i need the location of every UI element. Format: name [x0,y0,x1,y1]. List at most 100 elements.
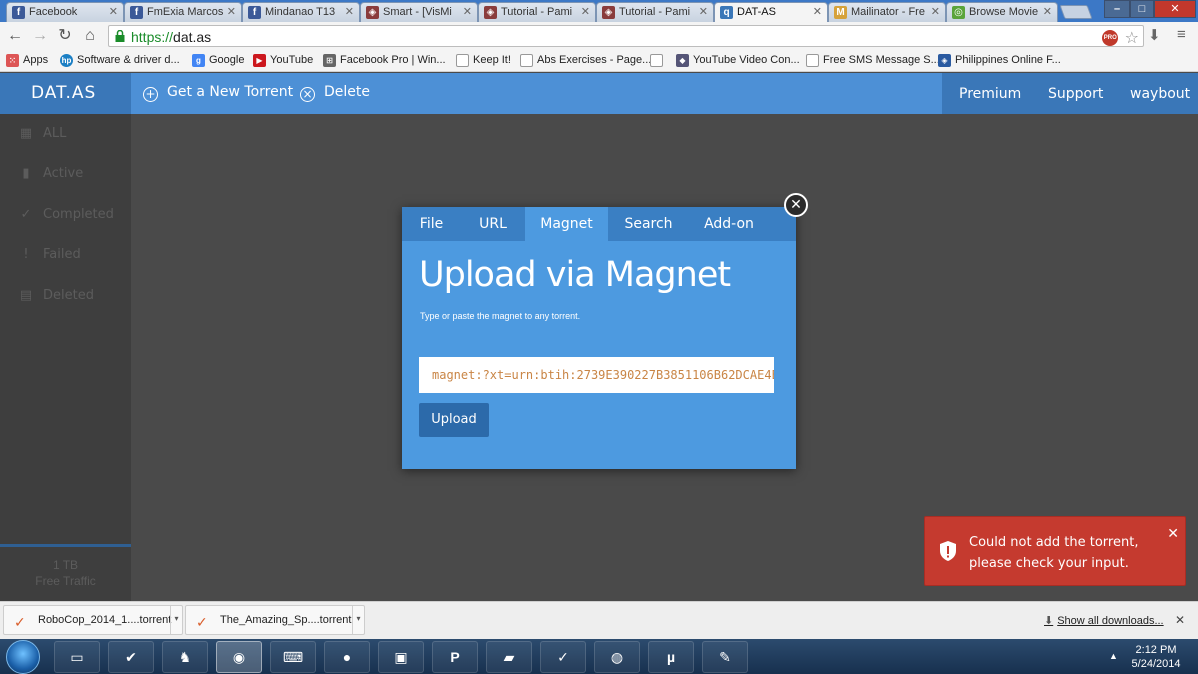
orange-app-icon[interactable]: ✓ [540,641,586,673]
grid-icon: ▦ [19,126,33,141]
start-button[interactable] [6,640,40,674]
sidebar-item-completed[interactable]: ✓ Completed [18,207,114,222]
modal-title: Upload via Magnet [419,255,731,295]
bookmark-abs-exercises[interactable]: Abs Exercises - Page... [520,54,651,67]
upload-button[interactable]: Upload [419,403,489,437]
bookmark-youtube-video-converter[interactable]: ◆ YouTube Video Con... [676,54,800,67]
home-icon[interactable]: ⌂ [80,26,100,46]
sidebar-item-deleted[interactable]: ▤ Deleted [18,288,94,303]
window-close-button[interactable]: ✕ [1154,0,1196,18]
chevron-down-icon[interactable]: ▾ [352,606,364,634]
tab-file[interactable]: File [402,207,461,241]
nav-premium[interactable]: Premium [959,86,1021,102]
close-icon[interactable]: ✕ [581,5,590,18]
facebook-icon: f [12,6,25,19]
bookmark-apps[interactable]: ⁙ Apps [6,54,48,67]
browser-tab-datas[interactable]: q DAT-AS ✕ [714,2,828,22]
chrome-icon[interactable]: ◉ [216,641,262,673]
explorer-icon[interactable]: ▭ [54,641,100,673]
reload-icon[interactable]: ↻ [55,26,75,46]
bookmark-star-icon[interactable]: ☆ [1125,28,1139,48]
close-icon[interactable]: ✕ [227,5,236,18]
close-icon[interactable]: ✕ [109,5,118,18]
paint-icon[interactable]: ✎ [702,641,748,673]
page-icon [650,54,663,67]
tab-url[interactable]: URL [461,207,525,241]
tab-add-on[interactable]: Add-on [689,207,769,241]
tray-expand-icon[interactable]: ▲ [1109,651,1118,661]
tutorial-icon: ◈ [484,6,497,19]
browser-tab-fmexia[interactable]: f FmExia Marcos ✕ [124,2,242,22]
nav-user[interactable]: waybout [1130,86,1190,102]
bookmark-facebook-pro[interactable]: ⊞ Facebook Pro | Win... [323,54,446,67]
site-logo[interactable]: DAT.AS [0,73,131,114]
download-item[interactable]: ✓ RoboCop_2014_1....torrent ▾ [3,605,183,635]
maximize-button[interactable]: □ [1130,0,1154,18]
download-extension-icon[interactable]: ⬇ [1148,26,1161,44]
nav-support[interactable]: Support [1048,86,1103,102]
download-bar-close-icon[interactable]: ✕ [1175,613,1185,627]
apps-grid-icon: ⁙ [6,54,19,67]
sidebar-item-active[interactable]: ▮ Active [18,166,83,181]
sidebar-item-all[interactable]: ▦ ALL [18,126,67,141]
delete-button[interactable]: × Delete [300,84,370,102]
game-app-icon[interactable]: ♞ [162,641,208,673]
menu-icon[interactable]: ≡ [1177,26,1186,43]
bookmark-free-sms[interactable]: Free SMS Message S... [806,54,940,67]
green-app-icon[interactable]: ▣ [378,641,424,673]
browser-toolbar: ← → ↻ ⌂ https://dat.as PRO ☆ ⬇ ≡ [0,22,1198,50]
minimize-button[interactable]: – [1104,0,1130,18]
checkmark-app-icon[interactable]: ✔ [108,641,154,673]
get-new-torrent-button[interactable]: + Get a New Torrent [143,84,293,102]
forward-icon[interactable]: → [30,26,50,46]
browser-tab-browse-movie[interactable]: ◎ Browse Movie ✕ [946,2,1058,22]
mailinator-icon: M [834,6,847,19]
browser-tab-mailinator[interactable]: M Mailinator - Fre ✕ [828,2,946,22]
toast-close-icon[interactable]: ✕ [1167,525,1179,542]
clock-date: 5/24/2014 [1131,658,1181,670]
firefox-icon[interactable]: ● [324,641,370,673]
close-icon[interactable]: ✕ [345,5,354,18]
bookmark-philippines-online[interactable]: ◈ Philippines Online F... [938,54,1061,67]
browser-tab-mindanao[interactable]: f Mindanao T13 ✕ [242,2,360,22]
utorrent-icon[interactable]: µ [648,641,694,673]
page-icon [520,54,533,67]
modal-close-button[interactable]: ✕ [784,193,808,217]
publisher-icon[interactable]: P [432,641,478,673]
address-bar[interactable]: https://dat.as PRO ☆ [108,25,1144,47]
network-app-icon[interactable]: ⌨ [270,641,316,673]
notebook-app-icon[interactable]: ▰ [486,641,532,673]
sidebar: ▦ ALL ▮ Active ✓ Completed ! Failed ▤ Deleted… [0,114,131,601]
bookmark-software-driver[interactable]: hp Software & driver d... [60,54,180,67]
bookmark-youtube[interactable]: ▶ YouTube [253,54,313,67]
close-icon[interactable]: ✕ [699,5,708,18]
close-icon[interactable]: ✕ [1043,5,1052,18]
page-icon [806,54,819,67]
modal-tabs: File URL Magnet Search Add-on [402,207,796,241]
magnet-input[interactable]: magnet:?xt=urn:btih:2739E390227B3851106B… [419,357,774,393]
bookmark-google[interactable]: g Google [192,54,244,67]
back-icon[interactable]: ← [5,26,25,46]
tab-magnet[interactable]: Magnet [525,207,608,241]
browser-tab-tutorial-2[interactable]: ◈ Tutorial - Pami ✕ [596,2,714,22]
download-item[interactable]: ✓ The_Amazing_Sp....torrent ▾ [185,605,365,635]
show-all-downloads-link[interactable]: ⬇ Show all downloads... [1044,614,1164,627]
system-clock[interactable]: 2:12 PM 5/24/2014 [1120,643,1192,671]
close-icon[interactable]: ✕ [813,5,822,18]
bookmarks-bar: ⁙ Apps hp Software & driver d... g Googl… [0,50,1198,72]
browser-tab-smart[interactable]: ◈ Smart - [VisMi ✕ [360,2,478,22]
network-globe-icon[interactable]: ◍ [594,641,640,673]
chevron-down-icon[interactable]: ▾ [170,606,182,634]
pro-extension-icon[interactable]: PRO [1102,30,1119,46]
close-icon[interactable]: ✕ [463,5,472,18]
new-tab-button[interactable] [1059,5,1093,19]
tab-search[interactable]: Search [608,207,689,241]
browser-tab-facebook[interactable]: f Facebook ✕ [6,2,124,22]
download-bar: ✓ RoboCop_2014_1....torrent ▾ ✓ The_Amaz… [0,601,1198,639]
tutorial-icon: ◈ [602,6,615,19]
bookmark-keep-it[interactable]: Keep It! [456,54,511,67]
sidebar-item-failed[interactable]: ! Failed [18,247,80,262]
browser-tab-tutorial-1[interactable]: ◈ Tutorial - Pami ✕ [478,2,596,22]
close-icon[interactable]: ✕ [931,5,940,18]
check-circle-icon: ✓ [20,207,32,222]
